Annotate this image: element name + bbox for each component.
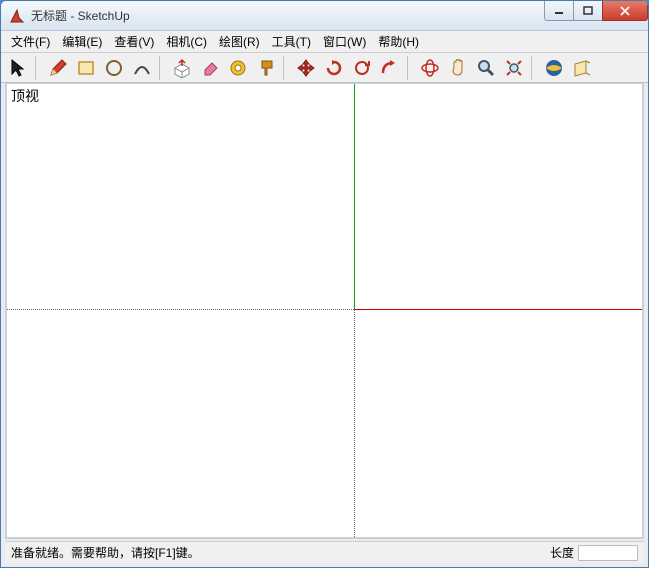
offset-tool-icon[interactable] (377, 55, 403, 81)
menu-file[interactable]: 文件(F) (5, 31, 56, 52)
axis-green (354, 84, 355, 309)
viewport[interactable]: 顶视 (5, 83, 644, 539)
maximize-button[interactable] (573, 1, 603, 21)
menu-camera[interactable]: 相机(C) (160, 31, 213, 52)
length-label: 长度 (550, 544, 574, 561)
close-button[interactable] (602, 1, 648, 21)
move-tool-icon[interactable] (293, 55, 319, 81)
separator-icon (283, 56, 289, 80)
menu-draw[interactable]: 绘图(R) (213, 31, 266, 52)
rotate-tool-icon[interactable] (321, 55, 347, 81)
select-tool-icon[interactable] (5, 55, 31, 81)
tape-tool-icon[interactable] (225, 55, 251, 81)
menu-edit[interactable]: 编辑(E) (56, 31, 108, 52)
separator-icon (407, 56, 413, 80)
window-title: 无标题 - SketchUp (31, 7, 545, 24)
separator-icon (531, 56, 537, 80)
menu-help[interactable]: 帮助(H) (372, 31, 425, 52)
rectangle-tool-icon[interactable] (73, 55, 99, 81)
separator-icon (35, 56, 41, 80)
pushpull-tool-icon[interactable] (169, 55, 195, 81)
status-message: 准备就绪。需要帮助，请按[F1]键。 (11, 544, 550, 561)
toolbar (1, 53, 648, 83)
statusbar: 准备就绪。需要帮助，请按[F1]键。 长度 (5, 541, 644, 563)
eraser-tool-icon[interactable] (197, 55, 223, 81)
scale-tool-icon[interactable] (349, 55, 375, 81)
menu-window[interactable]: 窗口(W) (317, 31, 372, 52)
pencil-tool-icon[interactable] (45, 55, 71, 81)
menubar: 文件(F) 编辑(E) 查看(V) 相机(C) 绘图(R) 工具(T) 窗口(W… (1, 31, 648, 53)
view-label: 顶视 (11, 86, 39, 106)
pan-tool-icon[interactable] (445, 55, 471, 81)
arc-tool-icon[interactable] (129, 55, 155, 81)
window-controls (545, 1, 648, 23)
zoom-extents-tool-icon[interactable] (501, 55, 527, 81)
separator-icon (159, 56, 165, 80)
app-window: 无标题 - SketchUp 文件(F) 编辑(E) 查看(V) 相机(C) 绘… (0, 0, 649, 568)
warehouse-tool-icon[interactable] (541, 55, 567, 81)
menu-view[interactable]: 查看(V) (108, 31, 160, 52)
axis-dotted-horizontal (7, 309, 354, 310)
menu-tools[interactable]: 工具(T) (266, 31, 317, 52)
minimize-button[interactable] (544, 1, 574, 21)
titlebar[interactable]: 无标题 - SketchUp (1, 1, 648, 31)
length-input[interactable] (578, 545, 638, 561)
axis-red (354, 309, 642, 310)
axis-dotted-vertical (354, 309, 355, 537)
paint-tool-icon[interactable] (253, 55, 279, 81)
circle-tool-icon[interactable] (101, 55, 127, 81)
app-icon (9, 8, 25, 24)
zoom-tool-icon[interactable] (473, 55, 499, 81)
section-tool-icon[interactable] (569, 55, 595, 81)
orbit-tool-icon[interactable] (417, 55, 443, 81)
